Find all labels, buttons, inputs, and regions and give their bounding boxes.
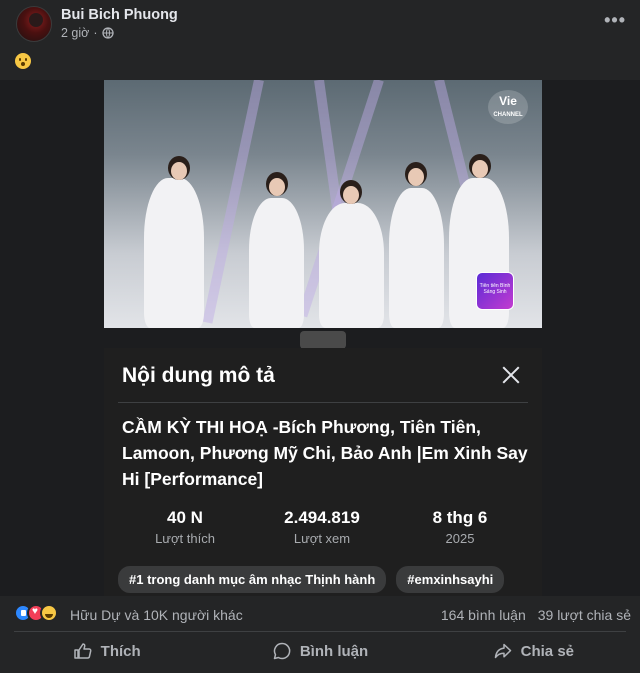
comment-count[interactable]: 164 bình luận: [441, 607, 526, 623]
share-icon: [494, 643, 511, 659]
media-frame: Vie CHANNEL Tiên tiên Bình Sáng Sinh Nội…: [0, 80, 640, 596]
post-header: Bui Bich Phuong 2 giờ · •••: [0, 0, 640, 48]
date-value: 8 thg 6: [432, 508, 488, 527]
performer-face: [472, 160, 488, 178]
performer-face: [171, 162, 187, 180]
share-count[interactable]: 39 lượt chia sẻ: [538, 607, 631, 623]
description-sheet: Nội dung mô tả CẦM KỲ THI HOẠ -Bích Phươ…: [104, 348, 542, 596]
likes-stat: 40 N Lượt thích: [140, 508, 230, 546]
reaction-icons[interactable]: [14, 604, 58, 622]
share-button[interactable]: Chia sẻ: [427, 632, 640, 670]
tag-chips: #1 trong danh mục âm nhạc Thịnh hành #em…: [118, 566, 505, 593]
performer: [144, 178, 204, 328]
comment-label: Bình luận: [299, 642, 369, 660]
reactions-bar: Hữu Dự và 10K người khác 164 bình luận 3…: [0, 600, 640, 630]
video-stats: 40 N Lượt thích 2.494.819 Lượt xem 8 thg…: [104, 508, 542, 558]
hashtag-chip[interactable]: #emxinhsayhi: [396, 566, 505, 593]
post-meta: 2 giờ ·: [61, 26, 114, 40]
haha-reaction-icon: [40, 604, 58, 622]
close-icon[interactable]: [502, 366, 520, 384]
globe-icon[interactable]: [101, 27, 114, 39]
date-stat: 8 thg 6 2025: [410, 508, 510, 546]
share-label: Chia sẻ: [520, 642, 574, 660]
sheet-heading: Nội dung mô tả: [122, 364, 275, 387]
flushed-face-emoji: [15, 53, 31, 69]
performer: [389, 188, 444, 328]
meta-separator: ·: [93, 26, 98, 40]
action-bar: Thích Bình luận Chia sẻ: [0, 632, 640, 670]
performer: [319, 203, 384, 328]
like-label: Thích: [100, 642, 141, 660]
year-label: 2025: [445, 531, 475, 546]
comment-button[interactable]: Bình luận: [213, 632, 426, 670]
video-thumbnail-badge[interactable]: Tiên tiên Bình Sáng Sinh: [476, 272, 514, 310]
sheet-divider: [118, 402, 528, 403]
likes-label: Lượt thích: [155, 531, 215, 546]
like-button[interactable]: Thích: [0, 632, 213, 670]
video-player[interactable]: Vie CHANNEL Tiên tiên Bình Sáng Sinh: [104, 80, 542, 328]
more-options-icon[interactable]: •••: [604, 10, 626, 31]
engagement-counts: 164 bình luận 39 lượt chia sẻ: [441, 607, 631, 623]
comment-icon: [273, 642, 291, 660]
views-label: Lượt xem: [293, 531, 351, 546]
trending-chip[interactable]: #1 trong danh mục âm nhạc Thịnh hành: [118, 566, 387, 593]
performer-face: [269, 178, 285, 196]
thumbs-up-icon: [73, 643, 92, 659]
author-name[interactable]: Bui Bich Phuong: [61, 7, 178, 23]
sheet-drag-handle[interactable]: [300, 331, 346, 349]
likes-value: 40 N: [167, 508, 203, 527]
performer: [249, 198, 304, 328]
views-stat: 2.494.819 Lượt xem: [262, 508, 382, 546]
reaction-summary[interactable]: Hữu Dự và 10K người khác: [70, 607, 243, 623]
channel-logo: Vie CHANNEL: [488, 90, 528, 124]
performer-face: [343, 186, 359, 204]
post-caption: [15, 53, 31, 73]
views-value: 2.494.819: [284, 508, 360, 527]
avatar[interactable]: [16, 6, 52, 42]
post-time[interactable]: 2 giờ: [61, 26, 89, 40]
video-title: CẦM KỲ THI HOẠ -Bích Phương, Tiên Tiên, …: [122, 417, 528, 489]
performer-face: [408, 168, 424, 186]
